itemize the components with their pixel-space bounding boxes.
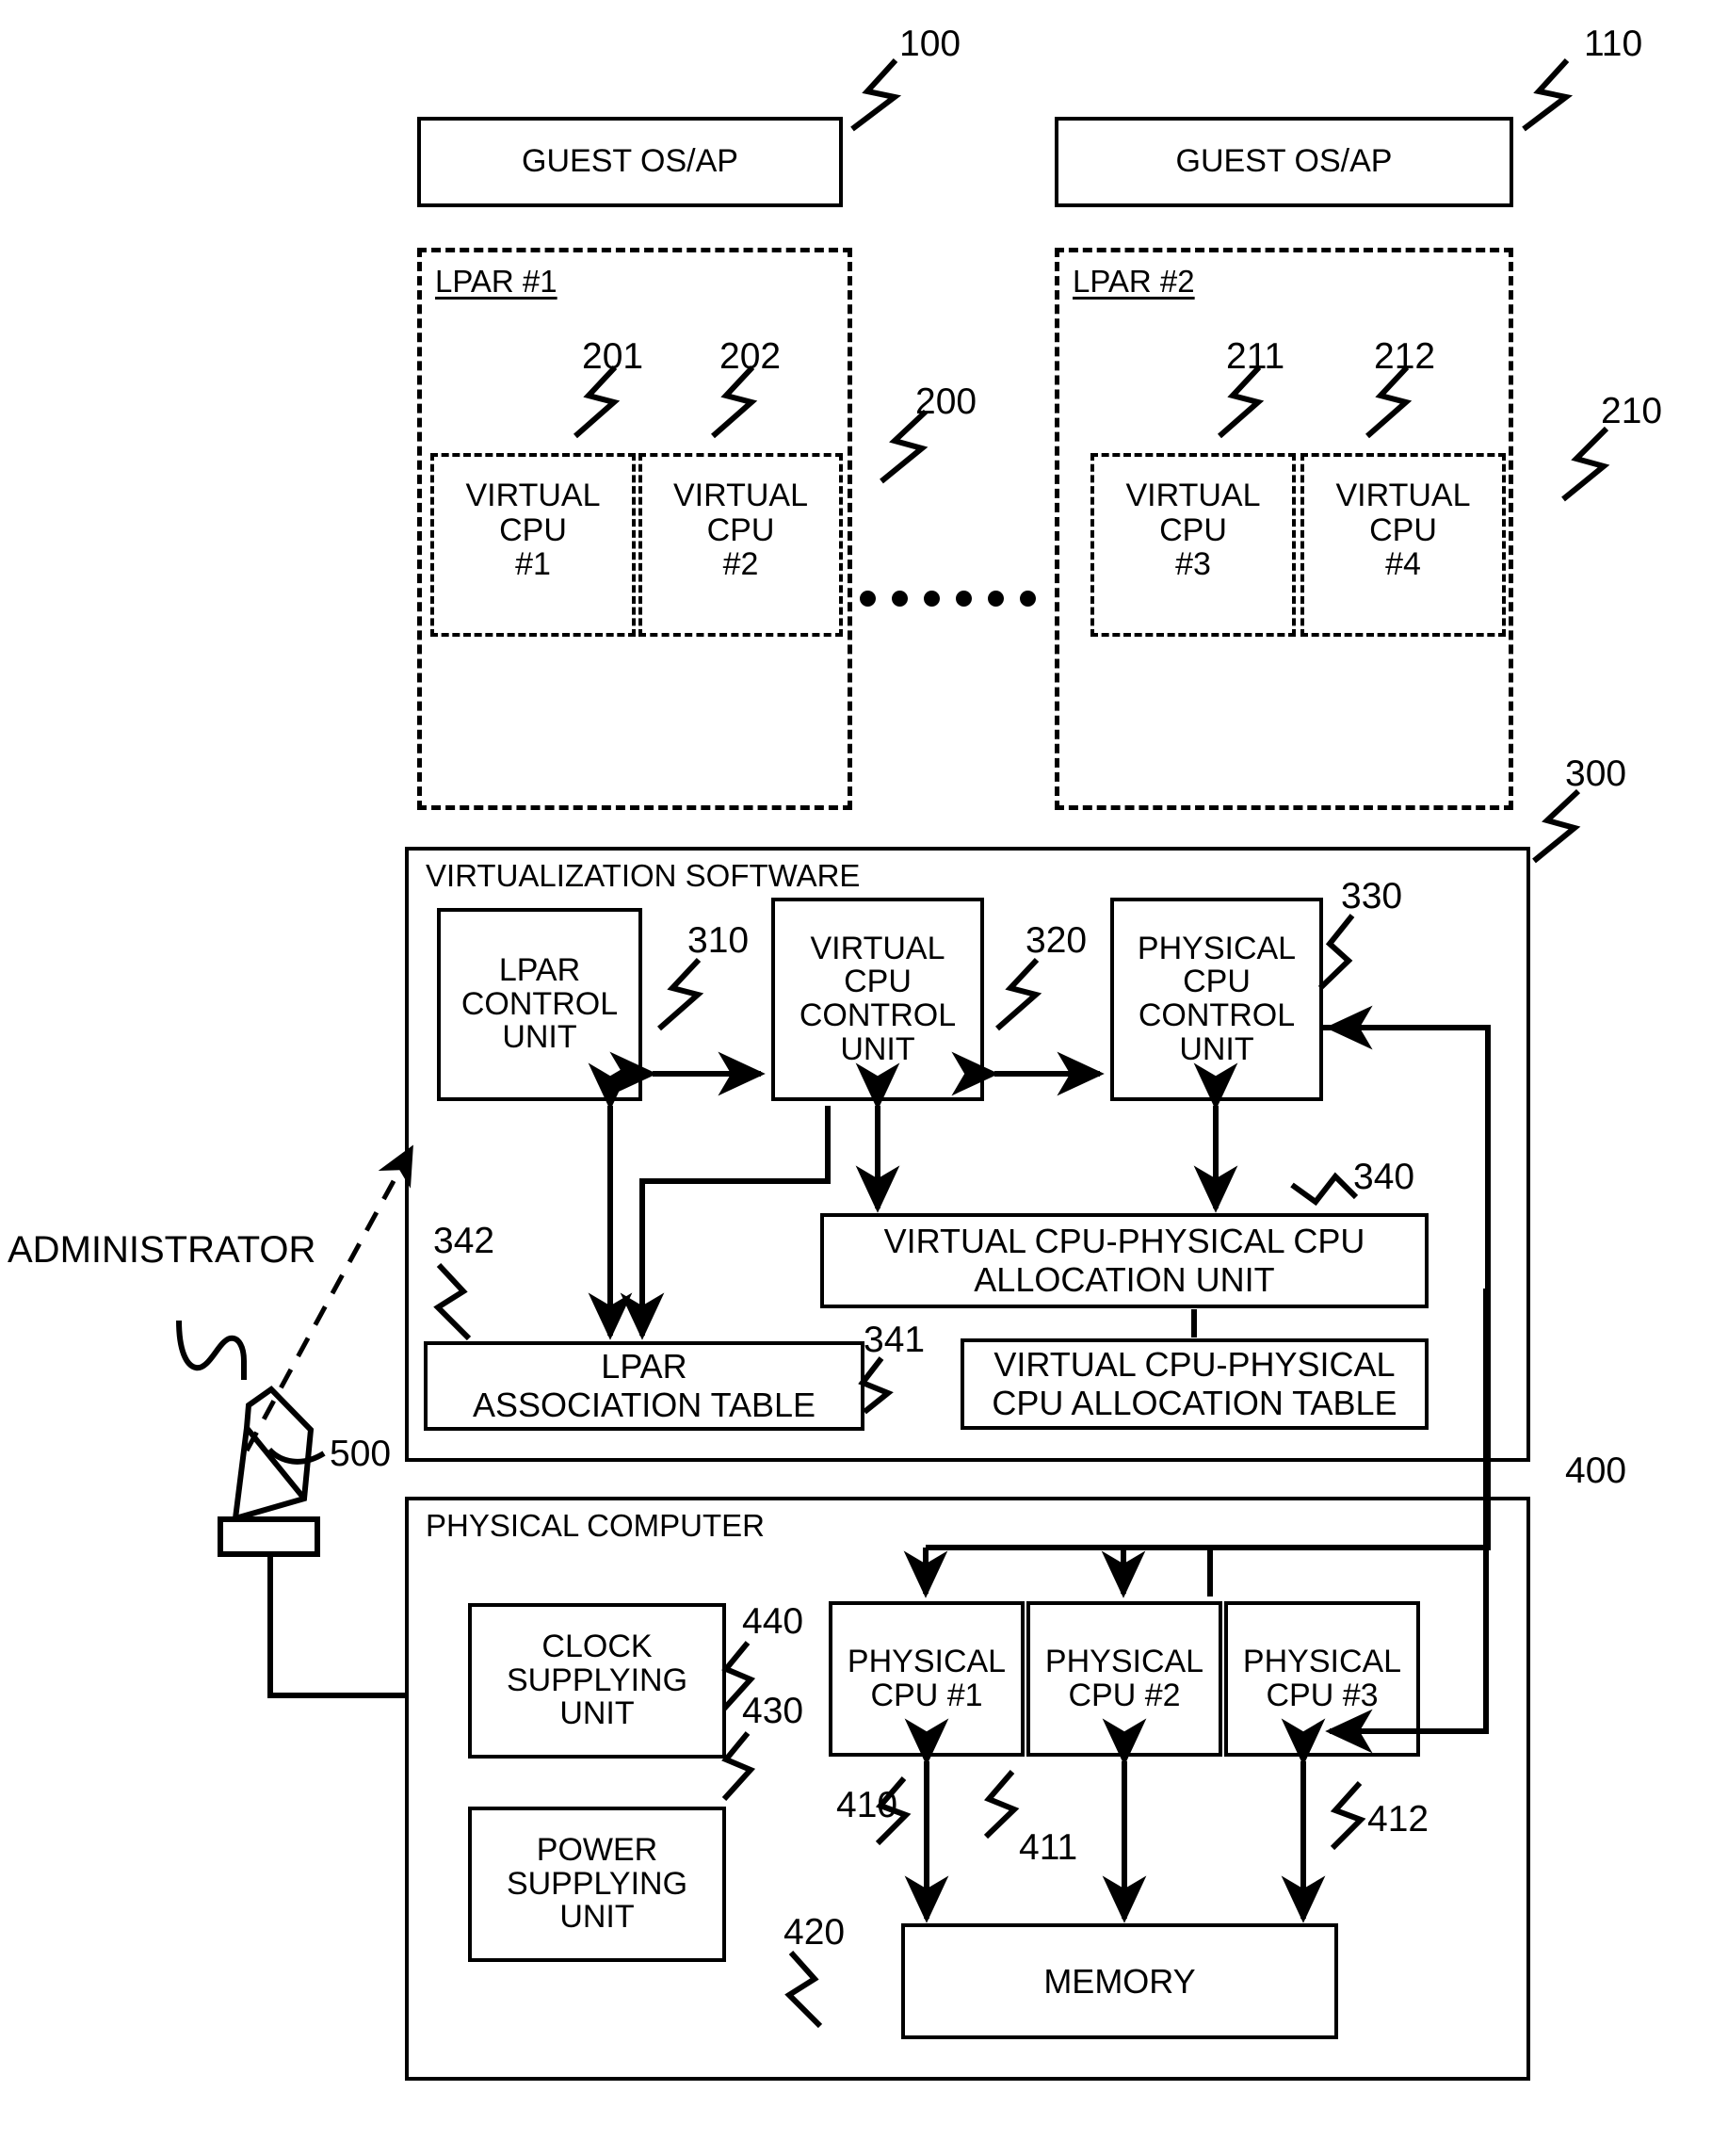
ref-430: 430: [742, 1691, 804, 1731]
guest-os-ap-label-2: GUEST OS/AP: [1175, 143, 1393, 180]
lpar-association-table-box: LPAR ASSOCIATION TABLE: [424, 1341, 864, 1431]
ref-400: 400: [1565, 1451, 1627, 1491]
clock-supplying-unit-label: CLOCK SUPPLYING UNIT: [506, 1628, 688, 1732]
physical-cpu-box-2: PHYSICAL CPU #2: [1026, 1601, 1222, 1757]
physical-cpu-label-2: PHYSICAL CPU #2: [1044, 1643, 1204, 1713]
physical-cpu-control-unit-label: PHYSICAL CPU CONTROL UNIT: [1137, 930, 1297, 1067]
virtual-cpu-label-3: VIRTUAL CPU #3: [1125, 478, 1261, 583]
ref-212: 212: [1374, 336, 1436, 377]
ref-100: 100: [899, 24, 961, 64]
dot: [1020, 591, 1036, 607]
clock-supplying-unit-box: CLOCK SUPPLYING UNIT: [468, 1603, 726, 1759]
virtual-cpu-label-1: VIRTUAL CPU #1: [465, 478, 601, 583]
ref-500: 500: [330, 1434, 392, 1474]
physical-cpu-label-1: PHYSICAL CPU #1: [847, 1643, 1007, 1713]
dot: [860, 591, 876, 607]
ref-342: 342: [433, 1221, 495, 1261]
ref-340: 340: [1353, 1157, 1415, 1197]
ref-310: 310: [687, 920, 750, 961]
figure-canvas: GUEST OS/AP 100 GUEST OS/AP 110 LPAR #1 …: [0, 0, 1712, 2156]
ref-211: 211: [1226, 336, 1285, 377]
ref-411: 411: [1019, 1827, 1078, 1868]
power-supplying-unit-box: POWER SUPPLYING UNIT: [468, 1807, 726, 1962]
guest-os-ap-box-2: GUEST OS/AP: [1055, 117, 1513, 207]
virtual-cpu-control-unit-box: VIRTUAL CPU CONTROL UNIT: [771, 898, 984, 1101]
vcpu-pcpu-allocation-unit-label: VIRTUAL CPU-PHYSICAL CPU ALLOCATION UNIT: [883, 1222, 1365, 1299]
ref-300: 300: [1565, 754, 1627, 794]
memory-label: MEMORY: [1043, 1961, 1196, 2001]
dot: [988, 591, 1004, 607]
ref-330: 330: [1341, 876, 1403, 916]
guest-os-ap-box-1: GUEST OS/AP: [417, 117, 843, 207]
dashed-administrator-pointer: [244, 1144, 414, 1452]
physical-cpu-control-unit-box: PHYSICAL CPU CONTROL UNIT: [1110, 898, 1323, 1101]
ref-320: 320: [1026, 920, 1088, 961]
memory-box: MEMORY: [901, 1923, 1338, 2039]
physical-cpu-label-3: PHYSICAL CPU #3: [1242, 1643, 1402, 1713]
ref-410: 410: [836, 1785, 898, 1825]
vcpu-pcpu-allocation-table-box: VIRTUAL CPU-PHYSICAL CPU ALLOCATION TABL…: [961, 1338, 1429, 1430]
continuation-dots: [860, 591, 1036, 607]
physical-computer-title: PHYSICAL COMPUTER: [426, 1508, 766, 1543]
physical-cpu-box-3: PHYSICAL CPU #3: [1224, 1601, 1420, 1757]
virtual-cpu-control-unit-label: VIRTUAL CPU CONTROL UNIT: [799, 930, 957, 1067]
dot: [956, 591, 972, 607]
lpar-2-title: LPAR #2: [1073, 264, 1195, 299]
lpar-control-unit-label: LPAR CONTROL UNIT: [460, 951, 619, 1056]
virtualization-software-title: VIRTUALIZATION SOFTWARE: [426, 858, 861, 893]
vcpu-pcpu-allocation-table-label: VIRTUAL CPU-PHYSICAL CPU ALLOCATION TABL…: [992, 1345, 1397, 1422]
ref-210: 210: [1601, 391, 1663, 431]
virtual-cpu-label-4: VIRTUAL CPU #4: [1335, 478, 1471, 583]
virtual-cpu-label-2: VIRTUAL CPU #2: [673, 478, 808, 583]
ref-110: 110: [1584, 24, 1643, 64]
physical-cpu-box-1: PHYSICAL CPU #1: [829, 1601, 1025, 1757]
ref-341: 341: [864, 1320, 926, 1360]
console-terminal-icon: [176, 1320, 405, 1698]
lpar-association-table-label: LPAR ASSOCIATION TABLE: [472, 1347, 816, 1424]
lpar-1-title: LPAR #1: [435, 264, 557, 299]
ref-440: 440: [742, 1601, 804, 1642]
administrator-label: ADMINISTRATOR: [8, 1229, 316, 1271]
lpar-control-unit-box: LPAR CONTROL UNIT: [437, 908, 642, 1101]
guest-os-ap-label-1: GUEST OS/AP: [522, 143, 738, 180]
vcpu-pcpu-allocation-unit-box: VIRTUAL CPU-PHYSICAL CPU ALLOCATION UNIT: [820, 1213, 1429, 1308]
power-supplying-unit-label: POWER SUPPLYING UNIT: [506, 1831, 688, 1936]
ref-412: 412: [1367, 1799, 1429, 1840]
ref-201: 201: [582, 336, 644, 377]
ref-202: 202: [719, 336, 782, 377]
ref-200: 200: [915, 381, 977, 422]
dot: [924, 591, 940, 607]
ref-420: 420: [783, 1912, 846, 1953]
dot: [892, 591, 908, 607]
